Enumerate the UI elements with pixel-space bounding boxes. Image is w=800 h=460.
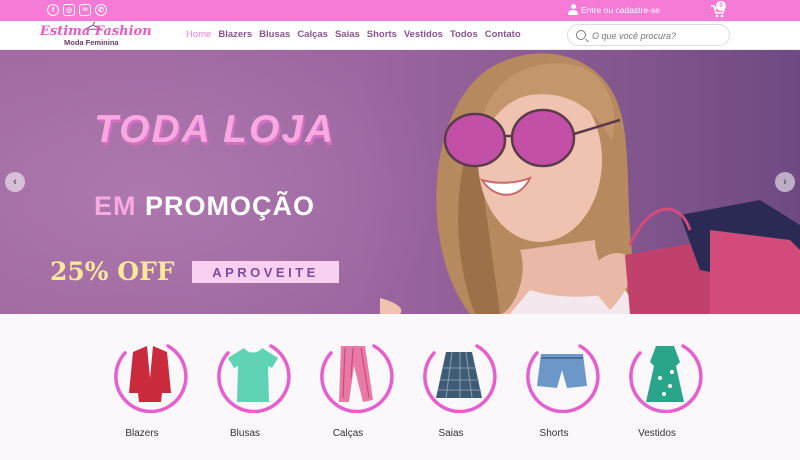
model-photo — [380, 53, 800, 314]
category-vestidos[interactable]: Vestidos — [607, 338, 707, 448]
nav-blusas[interactable]: Blusas — [259, 29, 290, 40]
category-label: Vestidos — [638, 428, 676, 439]
chevron-right-icon: › — [783, 176, 787, 188]
search-input[interactable] — [592, 28, 722, 43]
linkedin-icon[interactable]: in — [79, 4, 91, 16]
brand-name: Estima Fashion — [40, 24, 152, 39]
category-section: Blazers Blusas Calças Saias Shorts Vesti… — [0, 314, 800, 460]
login-label: Entre ou cadastre-se — [581, 5, 660, 15]
nav-shorts[interactable]: Shorts — [367, 29, 397, 40]
category-label: Shorts — [539, 428, 569, 439]
facebook-icon[interactable]: f — [47, 4, 59, 16]
nav-todos[interactable]: Todos — [450, 29, 478, 40]
banner-cta[interactable]: APROVEITE — [192, 261, 339, 283]
category-label: Blazers — [125, 428, 159, 439]
nav-vestidos[interactable]: Vestidos — [404, 29, 443, 40]
category-calcas[interactable]: Calças — [298, 338, 398, 448]
cart-count-badge: 0 — [716, 1, 726, 11]
whatsapp-icon[interactable]: ✆ — [95, 4, 107, 16]
banner-subheadline: EM PROMOÇÃO — [94, 191, 315, 222]
banner-subheadline-prefix: EM — [94, 191, 137, 221]
nav-blazers[interactable]: Blazers — [218, 29, 252, 40]
blazer-icon — [114, 344, 188, 413]
brand-tagline: Moda Feminina — [64, 38, 119, 47]
banner-subheadline-text: PROMOÇÃO — [145, 191, 316, 221]
search-icon[interactable] — [576, 30, 586, 40]
instagram-icon[interactable]: ◎ — [63, 4, 75, 16]
logo[interactable]: Estima Fashion Moda Feminina — [40, 21, 152, 49]
social-links: f ◎ in ✆ — [47, 4, 107, 16]
carousel-next-button[interactable]: › — [775, 172, 795, 192]
category-label: Calças — [332, 428, 364, 439]
main-header: Estima Fashion Moda Feminina Home Blazer… — [0, 21, 800, 50]
nav-saias[interactable]: Saias — [335, 29, 360, 40]
promo-banner[interactable]: TODA LOJA EM PROMOÇÃO 25% OFF APROVEITE … — [0, 50, 800, 314]
category-shorts[interactable]: Shorts — [504, 338, 604, 448]
category-saias[interactable]: Saias — [401, 338, 501, 448]
blouse-icon — [217, 344, 291, 413]
category-blusas[interactable]: Blusas — [195, 338, 295, 448]
dress-icon — [629, 344, 703, 413]
chevron-left-icon: ‹ — [13, 176, 17, 188]
category-label: Saias — [438, 428, 464, 439]
nav-calcas[interactable]: Calças — [297, 29, 328, 40]
skirt-icon — [423, 344, 497, 413]
banner-discount: 25% OFF — [50, 257, 175, 286]
nav-home[interactable]: Home — [186, 29, 211, 40]
nav-contato[interactable]: Contato — [485, 29, 521, 40]
pants-icon — [320, 344, 394, 413]
search-box — [567, 24, 730, 46]
category-label: Blusas — [229, 428, 260, 439]
banner-headline: TODA LOJA — [94, 108, 336, 151]
carousel-prev-button[interactable]: ‹ — [5, 172, 25, 192]
login-link[interactable]: Entre ou cadastre-se — [568, 4, 660, 16]
top-bar: f ◎ in ✆ Entre ou cadastre-se 0 — [0, 0, 800, 21]
user-icon — [568, 4, 578, 16]
category-blazers[interactable]: Blazers — [92, 338, 192, 448]
shorts-icon — [526, 344, 600, 413]
main-nav: Home Blazers Blusas Calças Saias Shorts … — [186, 29, 521, 40]
